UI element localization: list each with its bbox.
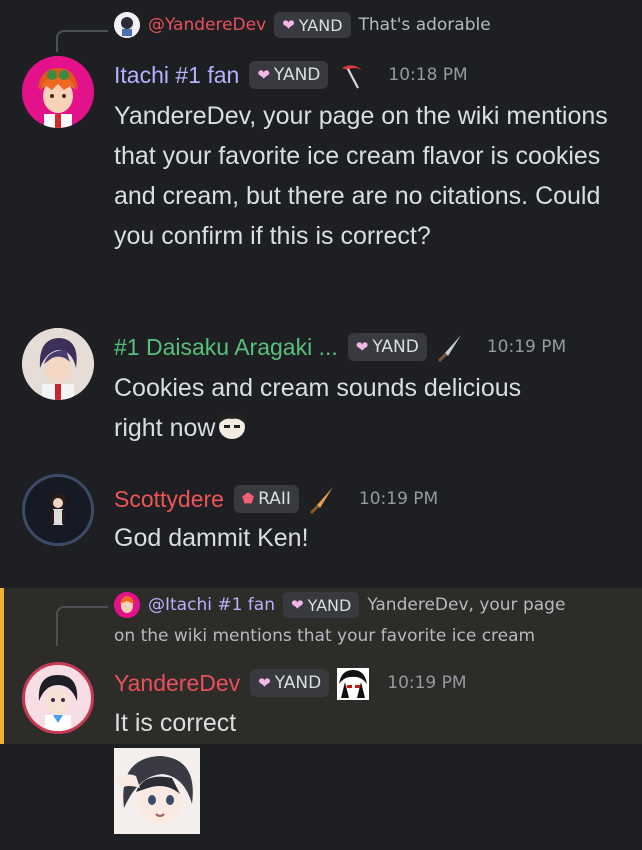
heart-icon: ❤ [355, 338, 369, 356]
author-name[interactable]: YandereDev [114, 670, 240, 697]
message-header: Scottydere ⬟ RAII 10:19 PM [114, 484, 439, 515]
reply-avatar [114, 12, 140, 38]
avatar[interactable] [22, 56, 94, 128]
reply-text: YandereDev, your page [367, 595, 566, 615]
reply-text: That's adorable [358, 15, 491, 35]
heart-icon: ❤ [291, 596, 304, 614]
timestamp: 10:19 PM [486, 337, 567, 357]
role-tag[interactable]: ❤ YAND [283, 592, 360, 618]
reply-connector [56, 606, 108, 646]
message-yanderedev: @Itachi #1 fan ❤ YAND YandereDev, your pa… [0, 588, 642, 744]
message-content: It is correct [114, 709, 237, 737]
knife-icon[interactable] [307, 484, 337, 515]
avatar[interactable] [22, 662, 94, 734]
heart-icon: ❤ [282, 16, 295, 34]
sticker-image[interactable] [114, 748, 200, 834]
reply-avatar [114, 592, 140, 618]
heart-icon: ❤ [258, 674, 271, 692]
scythe-icon[interactable] [336, 60, 366, 90]
timestamp: 10:18 PM [388, 65, 468, 85]
anime-face-emoji [215, 411, 249, 441]
avatar[interactable] [22, 328, 94, 400]
avatar[interactable] [22, 474, 94, 546]
message-header: #1 Daisaku Aragaki ... ❤ YAND 10:19 PM [114, 332, 567, 363]
reply-connector [56, 30, 108, 52]
anime-face-icon[interactable] [337, 668, 370, 700]
message-scottydere: Scottydere ⬟ RAII 10:19 PM God dammit Ken… [0, 470, 642, 580]
role-tag[interactable]: ⬟ RAII [233, 485, 299, 513]
reply-author[interactable]: @Itachi #1 fan [148, 595, 275, 615]
reply-text-continued: on the wiki mentions that your favorite … [114, 626, 536, 646]
heart-icon: ❤ [257, 66, 270, 84]
role-tag[interactable]: ❤ YAND [347, 333, 427, 361]
message-header: Itachi #1 fan ❤ YAND 10:18 PM [114, 60, 468, 90]
author-name[interactable]: #1 Daisaku Aragaki ... [114, 334, 338, 361]
message-itachi: @YandereDev ❤ YAND That's adorable Itachi… [0, 0, 642, 300]
author-name[interactable]: Scottydere [114, 486, 224, 513]
message-daisaku: #1 Daisaku Aragaki ... ❤ YAND 10:19 PM Co… [0, 320, 642, 450]
author-name[interactable]: Itachi #1 fan [114, 62, 239, 89]
mention-highlight-bar [0, 588, 4, 744]
gem-icon: ⬟ [241, 491, 255, 507]
reply-author[interactable]: @YandereDev [148, 15, 266, 35]
role-tag[interactable]: ❤ YAND [250, 669, 330, 697]
reply-preview[interactable]: @Itachi #1 fan ❤ YAND YandereDev, your pa… [114, 592, 565, 618]
reply-preview[interactable]: @YandereDev ❤ YAND That's adorable [114, 12, 491, 38]
message-content: Cookies and cream sounds delicious right… [114, 374, 522, 442]
role-tag[interactable]: ❤ YAND [249, 61, 329, 89]
message-content: God dammit Ken! [114, 524, 309, 552]
role-tag[interactable]: ❤ YAND [274, 12, 351, 38]
message-content: YandereDev, your page on the wiki mentio… [114, 102, 608, 250]
timestamp: 10:19 PM [358, 489, 439, 509]
knife-icon[interactable] [435, 332, 465, 363]
timestamp: 10:19 PM [387, 673, 467, 693]
message-header: YandereDev ❤ YAND 10:19 PM [114, 668, 467, 700]
